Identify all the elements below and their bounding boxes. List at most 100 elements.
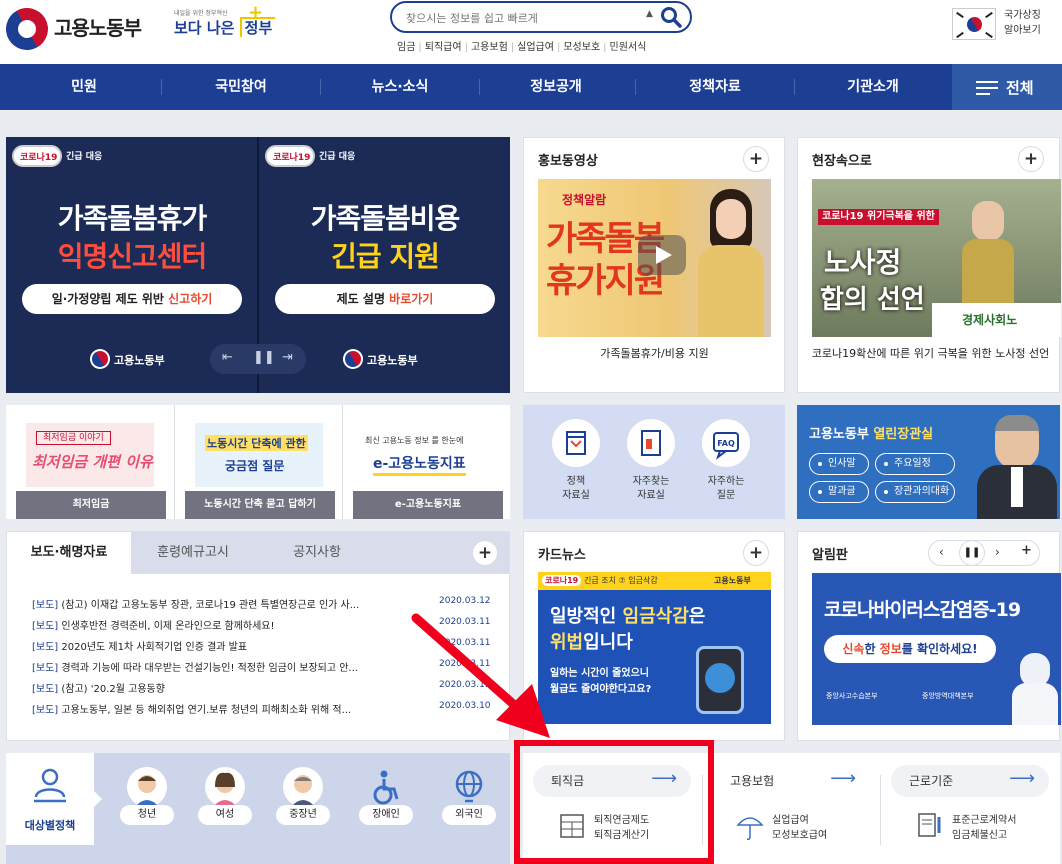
main-banner[interactable]: 코로나19 긴급 대응 가족돌봄휴가 익명신고센터 일·가정양립 제도 위반 신… [6, 137, 510, 393]
dialogue-button[interactable]: 장관과의대화 [875, 481, 955, 503]
thumb-org: 경제사회노 [962, 313, 1018, 327]
field-news-thumbnail[interactable]: 코로나19 위기극복을 위한 노사정 합의 선언 경제사회노 [812, 179, 1061, 337]
tab-directives[interactable]: 훈령예규고시 [131, 532, 255, 574]
work-hours-card[interactable]: 노동시간 단축에 관한 궁금점 질문 노동시간 단축 묻고 답하기 [175, 405, 342, 519]
notice-thumbnail[interactable]: 코로나바이러스감염증-19 신속한 정보를 확인하세요! 중앙사고수습본부 중앙… [812, 573, 1061, 725]
next-icon[interactable]: › [995, 545, 1000, 559]
quick-link[interactable]: 실업급여 [517, 42, 554, 53]
policy-library-link[interactable]: 정책 자료실 [541, 475, 611, 503]
prev-icon[interactable]: ⇤ [222, 350, 233, 365]
field-news-panel: 현장속으로 + 코로나19 위기극복을 위한 노사정 합의 선언 경제사회노 코… [797, 137, 1061, 393]
pause-icon[interactable]: ❚❚ [959, 540, 985, 566]
target-policy-panel: 대상별정책 청년 여성 중장년 장애인 외국인 [6, 753, 510, 864]
more-button[interactable]: + [743, 540, 769, 566]
banner-subtitle: 긴급 지원 [331, 240, 440, 273]
nav-item-civil[interactable]: 민원 [8, 64, 160, 110]
nav-item-information[interactable]: 정보공개 [480, 64, 632, 110]
resource-links: 정책 자료실 자주찾는 자료실 FAQ 자주하는 질문 [523, 405, 785, 519]
youth-icon[interactable] [127, 767, 167, 807]
covid-badge: 코로나19 긴급 대응 [265, 143, 361, 169]
cta-text: 제도 설명 [336, 292, 390, 306]
tab-notices[interactable]: 공지사항 [255, 532, 379, 574]
maternity-benefit-link[interactable]: 모성보호급여 [772, 828, 827, 843]
quick-link[interactable]: 고용보험 [471, 42, 508, 53]
employment-insurance-links: 실업급여 모성보호급여 [772, 813, 827, 843]
target-women[interactable]: 여성 [198, 805, 252, 825]
ministry-logo-text[interactable]: 고용노동부 [54, 12, 142, 41]
nav-item-news[interactable]: 뉴스·소식 [321, 64, 479, 110]
schedule-button[interactable]: 주요일정 [875, 453, 955, 475]
nav-item-about[interactable]: 기관소개 [795, 64, 951, 110]
employment-insurance-header[interactable]: 고용보험 ⟶ [712, 765, 870, 797]
label-line-2: 자료실 [637, 490, 665, 501]
cta-highlight: 신고하기 [168, 292, 213, 306]
standard-contract-link[interactable]: 표준근로계약서 [952, 813, 1016, 828]
card-label: 노동시간 단축 묻고 답하기 [185, 491, 335, 519]
labor-standards-header[interactable]: 근로기준 ⟶ [891, 765, 1049, 797]
policy-library-icon[interactable] [550, 417, 602, 469]
women-icon[interactable] [205, 767, 245, 807]
more-button[interactable]: + [472, 540, 498, 566]
unemployment-benefit-link[interactable]: 실업급여 [772, 813, 827, 828]
middle-aged-icon[interactable] [283, 767, 323, 807]
national-symbol-link[interactable]: 국가상징 알아보기 [1004, 8, 1060, 38]
search-input[interactable] [406, 9, 636, 27]
promo-video-caption[interactable]: 가족돌봄휴가/비용 지원 [538, 346, 771, 362]
labor-index-card[interactable]: 최신 고용노동 정보 를 한눈에 e-고용노동지표 e-고용노동지표 [343, 405, 510, 519]
full-menu-button[interactable]: 전체 [952, 64, 1062, 110]
greeting-button[interactable]: 인사말 [809, 453, 869, 475]
faq-icon[interactable]: FAQ [700, 417, 752, 469]
menu-icon [976, 81, 998, 95]
contract-icon [918, 813, 941, 837]
minister-photo [977, 415, 1057, 519]
minister-title[interactable]: 고용노동부 열린장관실 [809, 423, 933, 442]
news-tag: [보도] [32, 705, 59, 716]
faq-link[interactable]: 자주하는 질문 [691, 475, 761, 503]
thumb-main: e-고용노동지표 [373, 453, 466, 476]
pause-icon[interactable]: ❚❚ [253, 350, 275, 365]
report-button[interactable]: 일·가정양립 제도 위반 신고하기 [22, 284, 242, 314]
nav-item-participation[interactable]: 국민참여 [162, 64, 320, 110]
disabled-icon[interactable] [366, 767, 406, 807]
min-wage-card[interactable]: 최저임금 이야기 최저임금 개편 이유 최저임금 [6, 405, 174, 519]
target-youth[interactable]: 청년 [120, 805, 174, 825]
speeches-button[interactable]: 말과글 [809, 481, 869, 503]
prev-icon[interactable]: ‹ [939, 545, 944, 559]
more-button[interactable]: + [743, 146, 769, 172]
label-line-1: 정책 [566, 476, 586, 487]
more-icon[interactable]: + [1021, 543, 1032, 558]
card-thumbnail: 노동시간 단축에 관한 궁금점 질문 [195, 423, 323, 487]
play-icon[interactable] [638, 235, 686, 275]
quick-link[interactable]: 민원서식 [610, 42, 647, 53]
popular-library-icon[interactable] [625, 417, 677, 469]
target-policy-label: 대상별정책 [24, 819, 76, 832]
quick-link[interactable]: 임금 [397, 42, 415, 53]
thumb-tag: 코로나19 위기극복을 위한 [818, 209, 939, 225]
symbol-label-1: 국가상징 [1004, 10, 1041, 21]
banner-footer-logo: 고용노동부 [86, 345, 190, 373]
field-news-caption[interactable]: 코로나19확산에 따른 위기 극복을 위한 노사정 선언 [808, 346, 1053, 362]
news-title: (참고) '20.2월 고용동향 [58, 684, 165, 695]
badge-tag: 긴급 대응 [66, 152, 103, 162]
tab-press-release[interactable]: 보도·해명자료 [7, 532, 131, 574]
minister-title-b: 열린장관실 [873, 427, 934, 442]
national-flag-icon[interactable] [952, 8, 996, 40]
wage-arrears-link[interactable]: 임금체불신고 [952, 828, 1016, 843]
search-icon[interactable] [660, 6, 682, 28]
foreigner-icon[interactable] [449, 767, 489, 807]
promo-video-thumbnail[interactable]: 정책알람 가족돌봄 휴가지원 [538, 179, 771, 337]
ministry-logo-icon[interactable] [0, 0, 56, 58]
notice-sub: 신속한 정보를 확인하세요! [824, 635, 996, 663]
nav-item-policy[interactable]: 정책자료 [636, 64, 794, 110]
target-policy-tab[interactable]: 대상별정책 [6, 753, 94, 845]
guide-button[interactable]: 제도 설명 바로가기 [275, 284, 495, 314]
target-disabled[interactable]: 장애인 [359, 805, 413, 825]
target-middle-aged[interactable]: 중장년 [276, 805, 330, 825]
next-icon[interactable]: ⇥ [282, 350, 293, 365]
popular-library-link[interactable]: 자주찾는 자료실 [616, 475, 686, 503]
quick-link[interactable]: 모성보호 [563, 42, 600, 53]
more-button[interactable]: + [1018, 146, 1044, 172]
search-dropdown-icon[interactable]: ▲ [646, 9, 653, 19]
target-foreigner[interactable]: 외국인 [442, 805, 496, 825]
quick-link[interactable]: 퇴직급여 [425, 42, 462, 53]
